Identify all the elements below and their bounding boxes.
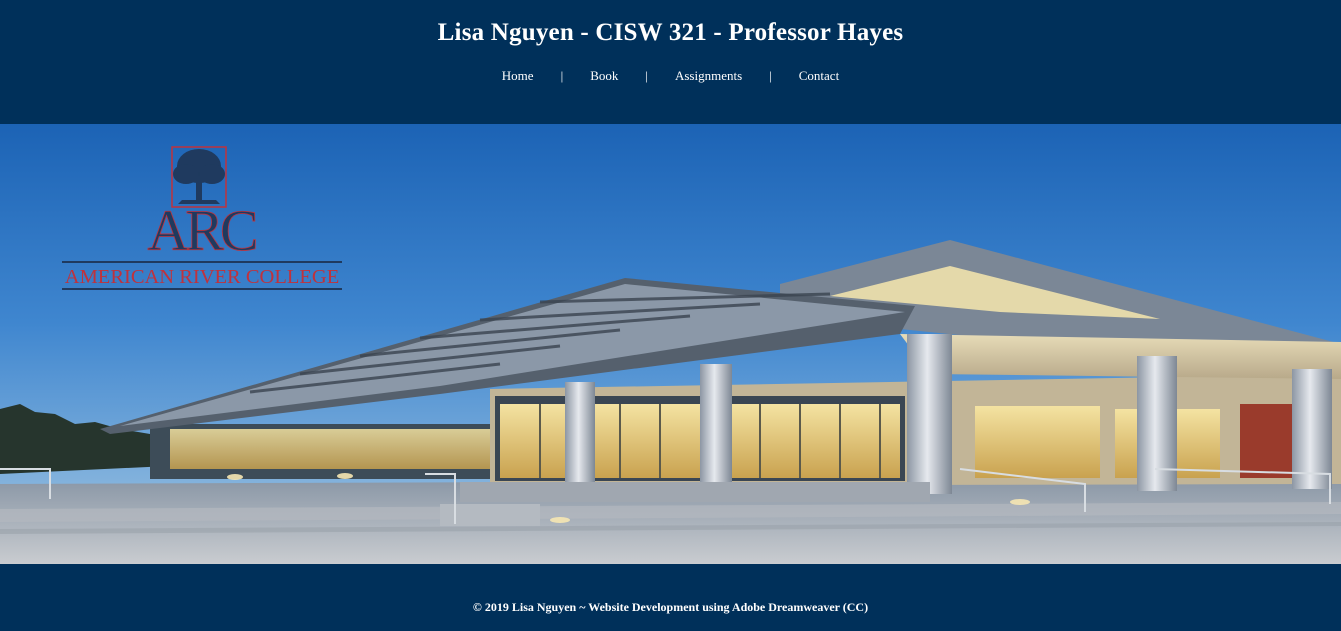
nav-link-home[interactable]: Home	[502, 68, 534, 83]
page-title: Lisa Nguyen - CISW 321 - Professor Hayes	[437, 19, 904, 46]
logo-college-name: AMERICAN RIVER COLLEGE	[65, 266, 339, 288]
nav-link-assignments[interactable]: Assignments	[675, 68, 742, 83]
site-header: Lisa Nguyen - CISW 321 - Professor Hayes…	[0, 0, 1341, 124]
site-footer: © 2019 Lisa Nguyen ~ Website Development…	[0, 564, 1341, 631]
nav-link-contact[interactable]: Contact	[799, 68, 839, 83]
nav-separator: |	[560, 68, 564, 83]
campus-building-photo: ARC AMERICAN RIVER COLLEGE	[0, 124, 1341, 564]
hero-banner: ARC AMERICAN RIVER COLLEGE	[0, 124, 1341, 564]
logo-monogram: ARC	[147, 198, 256, 263]
nav-separator: |	[645, 68, 648, 83]
nav-separator: |	[769, 68, 772, 83]
logo-rule	[62, 288, 342, 290]
nav-link-book[interactable]: Book	[590, 68, 618, 83]
copyright-notice: © 2019 Lisa Nguyen ~ Website Development…	[472, 600, 869, 614]
logo-rule	[62, 261, 342, 263]
main-nav: Home | Book | Assignments | Contact	[0, 67, 1341, 85]
